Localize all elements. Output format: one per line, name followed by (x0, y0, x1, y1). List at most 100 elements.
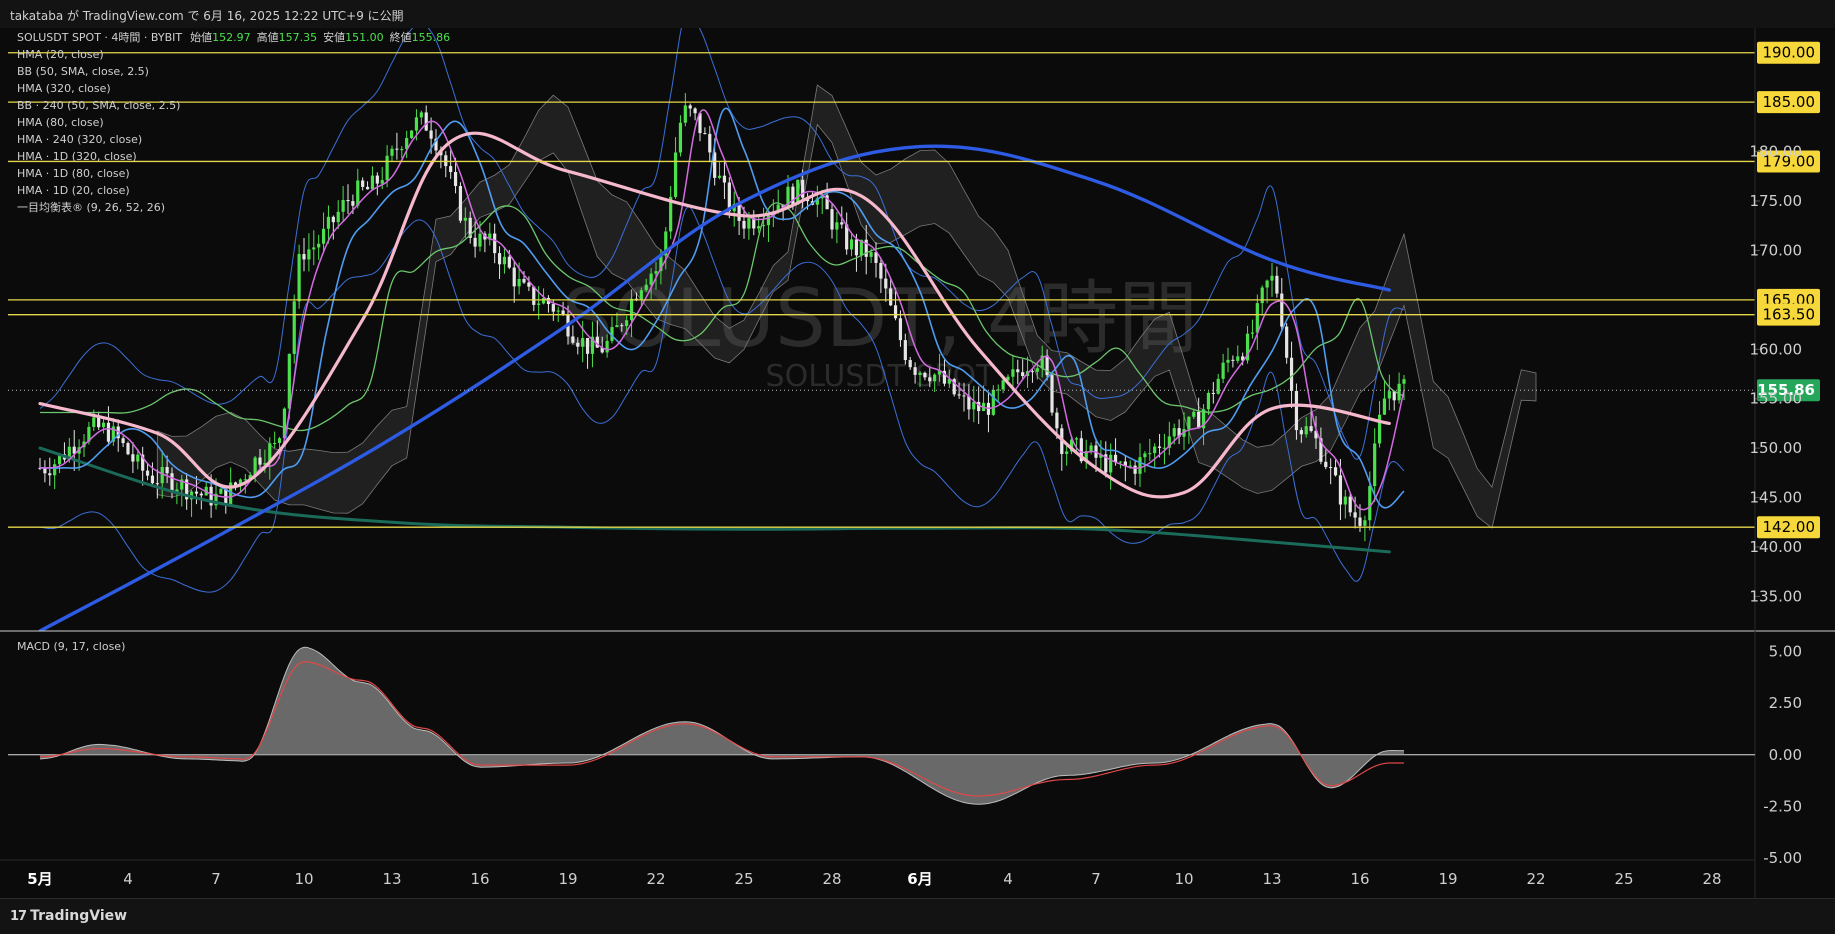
macd-tick-label: 5.00 (1769, 643, 1802, 661)
tradingview-logo[interactable]: 17 TradingView (10, 908, 127, 924)
candle-body (1363, 520, 1367, 526)
time-tick-label: 22 (646, 870, 665, 888)
candle-body (849, 239, 854, 250)
candle-body (219, 488, 223, 494)
candle-body (1133, 465, 1137, 474)
candle-body (341, 199, 345, 212)
candle-body (703, 133, 707, 135)
candle-body (1275, 275, 1279, 294)
candle-body (615, 325, 619, 328)
candle-body (400, 149, 404, 151)
legend-indicator-ichimoku[interactable]: 一目均衡表® (9, 26, 52, 26) (17, 200, 165, 214)
candle-body (1368, 486, 1372, 521)
legend-indicator-hma-320[interactable]: HMA (320, close) (17, 82, 111, 95)
candle-body (101, 422, 106, 428)
time-tick-label: 7 (211, 870, 221, 888)
publish-header: takataba が TradingView.com で 6月 16, 2025… (0, 0, 1835, 29)
time-tick-label: 13 (382, 870, 401, 888)
candle-body (150, 475, 155, 484)
candle-body (933, 374, 937, 382)
candle-body (497, 253, 502, 265)
candle-body (336, 211, 340, 223)
candle-body (1231, 359, 1235, 361)
candle-body (1260, 287, 1264, 304)
candle-body (625, 320, 629, 327)
macd-tick-label: 2.50 (1769, 694, 1802, 712)
legend-indicator-bb[interactable]: BB (50, SMA, close, 2.5) (17, 65, 149, 78)
time-tick-label: 28 (1702, 870, 1721, 888)
price-tick-label: 175.00 (1750, 192, 1803, 210)
legend-indicator-hma-240-320[interactable]: HMA · 240 (320, close) (17, 133, 142, 146)
time-tick-label: 16 (1350, 870, 1369, 888)
candle-body (605, 340, 609, 353)
candle-body (48, 473, 52, 476)
candle-body (1153, 446, 1157, 454)
candle-body (1157, 446, 1162, 448)
candle-body (145, 470, 150, 476)
candle-body (43, 468, 47, 474)
candle-body (321, 228, 326, 244)
candle-body (1187, 416, 1191, 430)
candle-body (761, 225, 766, 227)
candle-body (375, 175, 379, 184)
candle-body (277, 438, 282, 443)
candle-body (370, 175, 375, 190)
candle-body (1348, 496, 1352, 513)
horizontal-level-label: 163.50 (1763, 306, 1816, 324)
horizontal-level-label: 185.00 (1763, 93, 1816, 111)
candle-body (1329, 467, 1333, 469)
candle-body (903, 340, 907, 361)
candle-body (1216, 378, 1220, 394)
candle-body (854, 239, 859, 256)
legend-indicator-hma-20[interactable]: HMA (20, close) (17, 48, 104, 61)
candle-body (1382, 398, 1387, 415)
macd-axis[interactable]: 5.00 2.50 0.00 -2.50 -5.00 (1763, 643, 1802, 867)
price-tick-label: 170.00 (1750, 241, 1803, 259)
candle-body (1148, 453, 1152, 455)
legend-indicator-hma-80[interactable]: HMA (80, close) (17, 116, 104, 129)
candle-body (317, 243, 321, 248)
legend-indicator-hma-1d-320[interactable]: HMA · 1D (320, close) (17, 150, 137, 163)
candle-body (639, 290, 643, 300)
candle-body (1397, 383, 1401, 401)
candle-body (165, 467, 169, 474)
candle-body (1138, 457, 1142, 474)
candle-body (722, 175, 727, 183)
time-tick-label: 13 (1262, 870, 1281, 888)
time-tick-label: 6月 (907, 870, 932, 888)
candle-body (1221, 362, 1225, 379)
candle-body (673, 152, 678, 197)
candle-body (1030, 371, 1035, 373)
candle-body (620, 325, 624, 327)
price-tick-label: 145.00 (1750, 489, 1803, 507)
price-tick-label: 135.00 (1750, 587, 1803, 605)
candle-body (106, 422, 111, 442)
legend-indicator-hma-1d-20[interactable]: HMA · 1D (20, close) (17, 184, 130, 197)
time-tick-label: 10 (1174, 870, 1193, 888)
candle-body (1309, 426, 1313, 431)
candle-body (512, 267, 516, 287)
bollinger-lower (39, 206, 1405, 593)
macd-tick-label: -5.00 (1763, 849, 1802, 867)
legend-indicator-hma-1d-80[interactable]: HMA · 1D (80, close) (17, 167, 130, 180)
candle-body (273, 442, 277, 444)
candle-body (395, 148, 399, 150)
chart-area[interactable]: SOLUSDT, 4時間 SOLUSDT SPOT 190.00 185.00 17… (0, 28, 1835, 898)
time-tick-label: 19 (558, 870, 577, 888)
horizontal-level-label: 190.00 (1763, 44, 1816, 62)
candle-body (351, 201, 355, 206)
candle-body (1373, 443, 1377, 487)
candle-body (1226, 359, 1230, 363)
candle-body (365, 186, 370, 190)
candle-body (473, 237, 477, 247)
chart-svg[interactable]: SOLUSDT, 4時間 SOLUSDT SPOT 190.00185.0017… (0, 28, 1835, 898)
candle-body (361, 180, 365, 187)
candle-body (1050, 375, 1054, 413)
legend-indicator-bb-240[interactable]: BB · 240 (50, SMA, close, 2.5) (17, 99, 180, 112)
time-axis[interactable]: 5月 4 7 10 13 16 19 22 25 28 6月 4 7 10 13 16 19 22 25 28 (27, 870, 1721, 888)
candle-body (292, 301, 296, 354)
candle-body (1206, 392, 1211, 410)
legend-macd[interactable]: MACD (9, 17, close) (17, 640, 125, 653)
candle-body (385, 155, 389, 181)
moving-averages (38, 107, 1405, 631)
